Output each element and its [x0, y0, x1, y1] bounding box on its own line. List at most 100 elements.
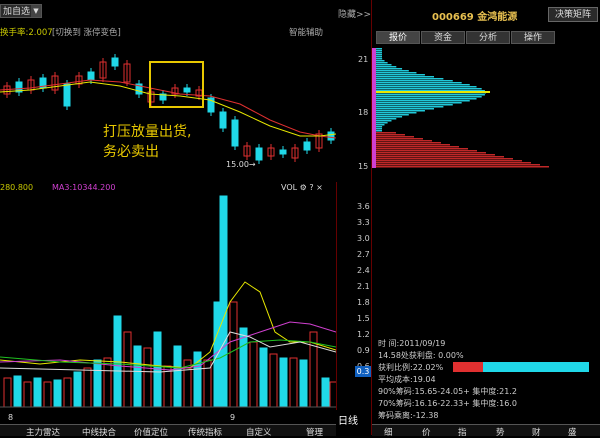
chip-bar: [376, 144, 450, 146]
y-tick: 2.7: [357, 250, 370, 259]
volume-bar: [43, 381, 52, 408]
volume-bar: [133, 345, 142, 408]
side-tab-bar: 细 价 指 势 财 盛: [372, 424, 600, 438]
highlight-box: [149, 61, 204, 108]
profit-at-price: 14.58处获利盘: 0.00%: [378, 351, 464, 360]
candle-body: [183, 87, 191, 93]
chip-axis-tick: 15: [358, 162, 369, 171]
tab-analysis[interactable]: 分析: [466, 31, 510, 44]
volume-bar: [23, 381, 32, 408]
chip-bar: [376, 80, 453, 82]
x-tick-8: 8: [8, 413, 14, 422]
annotation-line-1: 打压放量出货,: [103, 124, 192, 140]
chip-range-marker: [372, 48, 376, 168]
volume-bar: [33, 377, 42, 408]
volume-bar: [299, 359, 308, 408]
profit-bar-cyan: [483, 362, 589, 372]
chip-bar: [376, 78, 444, 80]
x-tick-9: 9: [230, 413, 236, 422]
tab-classic-indicators[interactable]: 传统指标: [188, 426, 222, 438]
hide-panel-button[interactable]: 隐藏>>: [338, 7, 371, 20]
axis-current-value: 0.3: [355, 366, 371, 377]
volume-bar: [143, 347, 152, 408]
chip-bar: [376, 82, 462, 84]
chip-bar: [376, 66, 397, 68]
candle-body: [111, 57, 119, 67]
tab-value-position[interactable]: 价值定位: [134, 426, 168, 438]
chip-bar: [376, 64, 392, 66]
tab-index[interactable]: 指: [458, 426, 467, 438]
chip-bar: [376, 56, 382, 58]
tab-trend[interactable]: 势: [496, 426, 505, 438]
volume-bar: [321, 377, 330, 408]
chip-axis-tick: 21: [358, 55, 369, 64]
tab-price[interactable]: 价: [422, 426, 431, 438]
chip-bar: [376, 76, 435, 78]
volume-bar: [163, 365, 172, 408]
chevron-down-icon[interactable]: ▼: [31, 5, 41, 17]
chip-axis-tick: 18: [358, 108, 369, 117]
tab-operation[interactable]: 操作: [511, 31, 555, 44]
candle-body: [255, 147, 263, 161]
chip-bar: [376, 120, 392, 122]
chip-bar: [376, 152, 486, 154]
candle-body: [327, 131, 335, 141]
chip-bar: [376, 96, 482, 98]
tab-custom[interactable]: 自定义: [246, 426, 272, 438]
tab-quote[interactable]: 报价: [376, 31, 420, 44]
chip-distribution-chart: [372, 48, 549, 168]
volume-chart[interactable]: [0, 182, 336, 410]
chip-bar: [376, 162, 531, 164]
chip-bar: [376, 106, 444, 108]
chip-bar: [376, 150, 477, 152]
chip-bar: [376, 156, 504, 158]
chip-bar: [376, 124, 385, 126]
chip-spread: 筹码乘离:-12.38: [378, 411, 439, 420]
indicator-tab-bar: 主力雷达 中线抉合 价值定位 传统指标 自定义 管理: [0, 424, 336, 438]
chip-bar: [376, 122, 388, 124]
tab-detail[interactable]: 细: [384, 426, 393, 438]
chip-bar: [376, 108, 435, 110]
chip-bar: [376, 142, 441, 144]
y-tick: 0.9: [357, 346, 370, 355]
volume-bar: [83, 367, 92, 408]
chip-bar: [376, 54, 382, 56]
chip-bar: [376, 72, 417, 74]
volume-bar: [289, 357, 298, 408]
profit-bar-red: [453, 362, 483, 372]
volume-bar: [229, 301, 238, 408]
tab-finance[interactable]: 财: [532, 426, 541, 438]
volume-bar: [173, 345, 182, 408]
tab-manage[interactable]: 管理: [306, 426, 323, 438]
volume-ma-yellow: [0, 281, 336, 369]
chip-bar: [376, 74, 425, 76]
chip-bar: [376, 148, 468, 150]
chip-bar: [376, 70, 409, 72]
avg-cost: 平均成本:19.04: [378, 375, 436, 384]
volume-bar: [93, 359, 102, 408]
chip-bar: [376, 114, 409, 116]
tab-sheng[interactable]: 盛: [568, 426, 577, 438]
candle-body: [231, 119, 239, 147]
volume-bar: [279, 357, 288, 408]
tab-midline[interactable]: 中线抉合: [82, 426, 116, 438]
chip-bar: [376, 126, 383, 128]
chip-bar: [376, 134, 405, 136]
volume-bar: [63, 377, 72, 408]
y-tick: 3.3: [357, 218, 370, 227]
y-tick: 1.2: [357, 330, 370, 339]
chip-bar: [376, 52, 382, 54]
volume-bar: [53, 379, 62, 408]
y-tick: 3.0: [357, 234, 370, 243]
tab-funds[interactable]: 资金: [421, 31, 465, 44]
chip-bar: [376, 164, 540, 166]
chip-bar: [376, 50, 382, 52]
y-tick: 2.4: [357, 266, 370, 275]
tab-main-radar[interactable]: 主力雷达: [26, 426, 60, 438]
chip-bar: [376, 88, 482, 90]
chip-bar: [376, 136, 414, 138]
volume-bar: [239, 327, 248, 408]
chip-bar: [376, 100, 470, 102]
chip-bar: [376, 160, 522, 162]
daily-line-button[interactable]: 日线: [338, 412, 358, 427]
